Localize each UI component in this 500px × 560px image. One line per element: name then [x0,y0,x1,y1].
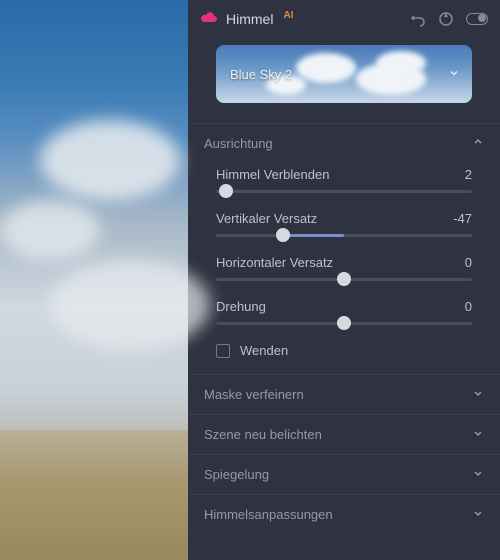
slider-label: Horizontaler Versatz [216,255,333,270]
ausrichtung-controls: Himmel Verblenden 2 Vertikaler Versatz -… [188,163,500,374]
chevron-down-icon [472,427,484,442]
checkbox-wenden-row: Wenden [216,343,472,358]
slider-horizontal: Horizontaler Versatz 0 [216,255,472,281]
section-szene[interactable]: Szene neu belichten [188,414,500,454]
chevron-down-icon [472,467,484,482]
section-maske[interactable]: Maske verfeinern [188,374,500,414]
slider-label: Himmel Verblenden [216,167,329,182]
slider-track[interactable] [216,234,472,237]
slider-drehung: Drehung 0 [216,299,472,325]
cloud-icon [200,10,218,27]
checkbox-label: Wenden [240,343,288,358]
chevron-down-icon [472,507,484,522]
undo-icon[interactable] [410,11,426,27]
preset-label: Blue Sky 2 [230,67,292,82]
chevron-down-icon [448,67,460,82]
slider-value: -47 [453,211,472,226]
toggle-visibility[interactable] [466,13,488,25]
sky-panel: Himmel AI Blue Sky 2 Ausrichtung [188,0,500,560]
sky-preset-selector[interactable]: Blue Sky 2 [216,45,472,103]
panel-header: Himmel AI [188,0,500,39]
section-label: Ausrichtung [204,136,273,151]
slider-value: 2 [465,167,472,182]
slider-value: 0 [465,299,472,314]
target-icon[interactable] [438,11,454,27]
slider-vertikal: Vertikaler Versatz -47 [216,211,472,237]
slider-verblenden: Himmel Verblenden 2 [216,167,472,193]
section-label: Szene neu belichten [204,427,322,442]
chevron-up-icon [472,136,484,151]
panel-title: Himmel [226,11,273,27]
slider-track[interactable] [216,278,472,281]
section-label: Spiegelung [204,467,269,482]
slider-value: 0 [465,255,472,270]
section-himmelsanp[interactable]: Himmelsanpassungen [188,494,500,534]
slider-label: Drehung [216,299,266,314]
slider-track[interactable] [216,190,472,193]
image-preview [0,0,188,560]
ai-badge: AI [283,10,293,21]
section-label: Himmelsanpassungen [204,507,333,522]
section-spiegelung[interactable]: Spiegelung [188,454,500,494]
section-label: Maske verfeinern [204,387,304,402]
section-ausrichtung[interactable]: Ausrichtung [188,123,500,163]
chevron-down-icon [472,387,484,402]
slider-track[interactable] [216,322,472,325]
checkbox-wenden[interactable] [216,344,230,358]
slider-label: Vertikaler Versatz [216,211,317,226]
